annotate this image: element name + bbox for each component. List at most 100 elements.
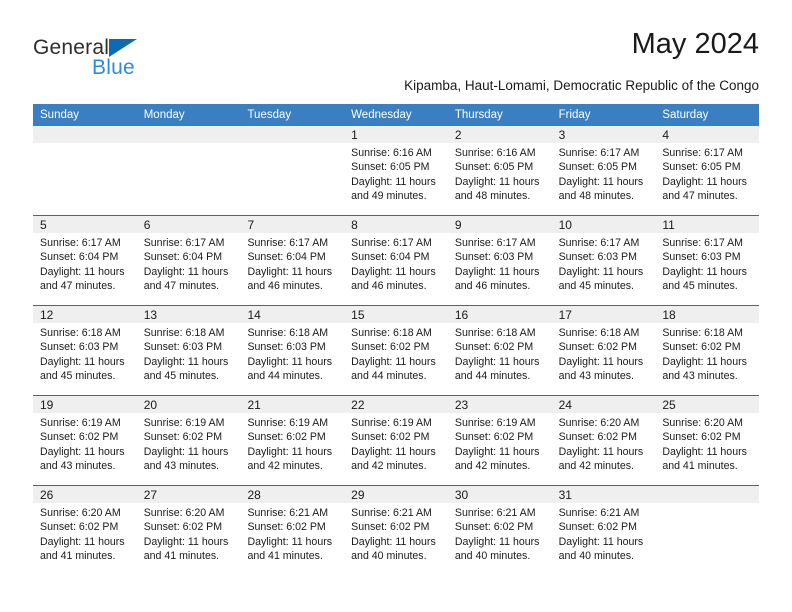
daylight-text-line1: Daylight: 11 hours [454, 445, 540, 458]
calendar-day-empty [240, 126, 345, 215]
day-number: 13 [143, 308, 158, 322]
daylight-text-line2: and 40 minutes. [454, 550, 531, 563]
calendar-day-cell[interactable]: 3 Sunrise: 6:17 AM Sunset: 6:05 PM Daylight… [551, 126, 656, 215]
daylight-text-line2: and 42 minutes. [454, 460, 531, 473]
day-details: Sunrise: 6:17 AM Sunset: 6:04 PM Daylight:… [33, 233, 137, 294]
calendar-day-cell[interactable]: 5 Sunrise: 6:17 AM Sunset: 6:04 PM Daylight… [33, 216, 137, 305]
calendar-day-cell[interactable]: 9 Sunrise: 6:17 AM Sunset: 6:03 PM Daylight… [447, 216, 552, 305]
sunset-text: Sunset: 6:02 PM [247, 431, 326, 444]
day-details: Sunrise: 6:21 AM Sunset: 6:02 PM Daylight:… [448, 503, 552, 564]
sunset-text: Sunset: 6:02 PM [454, 521, 534, 534]
calendar-day-cell[interactable]: 15 Sunrise: 6:18 AM Sunset: 6:02 PM Dayligh… [344, 306, 448, 395]
calendar-day-cell[interactable]: 8 Sunrise: 6:17 AM Sunset: 6:04 PM Daylight… [344, 216, 448, 305]
calendar-day-cell[interactable]: 11 Sunrise: 6:17 AM Sunset: 6:03 PM Dayligh… [655, 216, 760, 305]
calendar-day-cell[interactable]: 18 Sunrise: 6:18 AM Sunset: 6:02 PM Dayligh… [655, 306, 760, 395]
sunset-text: Sunset: 6:02 PM [558, 341, 637, 354]
calendar-day-cell[interactable]: 20 Sunrise: 6:19 AM Sunset: 6:02 PM Dayligh… [136, 396, 241, 485]
daylight-text-line1: Daylight: 11 hours [454, 535, 540, 548]
sunset-text: Sunset: 6:02 PM [143, 431, 223, 444]
daylight-text-line2: and 46 minutes. [454, 280, 531, 293]
calendar-day-cell[interactable]: 10 Sunrise: 6:17 AM Sunset: 6:03 PM Dayligh… [551, 216, 656, 305]
sunset-text: Sunset: 6:02 PM [662, 341, 741, 354]
sunset-text: Sunset: 6:05 PM [662, 161, 741, 174]
day-number: 23 [454, 398, 469, 412]
daylight-text-line2: and 47 minutes. [662, 190, 738, 203]
daylight-text-line1: Daylight: 11 hours [662, 355, 747, 368]
sunrise-text: Sunrise: 6:18 AM [40, 327, 121, 339]
day-details: Sunrise: 6:19 AM Sunset: 6:02 PM Daylight:… [240, 413, 344, 474]
daylight-text-line2: and 40 minutes. [558, 550, 634, 563]
calendar-day-cell[interactable]: 14 Sunrise: 6:18 AM Sunset: 6:03 PM Dayligh… [240, 306, 345, 395]
calendar-day-cell[interactable]: 23 Sunrise: 6:19 AM Sunset: 6:02 PM Dayligh… [447, 396, 552, 485]
day-number: 6 [143, 218, 151, 232]
calendar-day-empty [136, 126, 241, 215]
weekday-header-tuesday: Tuesday [247, 109, 292, 121]
sunset-text: Sunset: 6:02 PM [454, 341, 534, 354]
calendar-day-cell[interactable]: 6 Sunrise: 6:17 AM Sunset: 6:04 PM Daylight… [136, 216, 241, 305]
day-details: Sunrise: 6:18 AM Sunset: 6:02 PM Daylight:… [655, 323, 759, 384]
sunrise-text: Sunrise: 6:16 AM [454, 147, 536, 159]
calendar-day-cell[interactable]: 12 Sunrise: 6:18 AM Sunset: 6:03 PM Dayligh… [33, 306, 137, 395]
calendar-day-cell[interactable]: 27 Sunrise: 6:20 AM Sunset: 6:02 PM Dayligh… [136, 486, 241, 575]
sunrise-text: Sunrise: 6:16 AM [351, 147, 432, 159]
day-number-band: 16 [447, 306, 552, 323]
sunrise-text: Sunrise: 6:17 AM [143, 237, 225, 249]
day-number: 14 [247, 308, 261, 322]
sunrise-text: Sunrise: 6:20 AM [40, 507, 121, 519]
daylight-text-line2: and 43 minutes. [40, 460, 116, 473]
calendar-day-cell[interactable]: 2 Sunrise: 6:16 AM Sunset: 6:05 PM Daylight… [447, 126, 552, 215]
day-details: Sunrise: 6:17 AM Sunset: 6:03 PM Daylight:… [448, 233, 552, 294]
daylight-text-line1: Daylight: 11 hours [143, 265, 229, 278]
calendar-day-cell[interactable]: 17 Sunrise: 6:18 AM Sunset: 6:02 PM Dayligh… [551, 306, 656, 395]
day-details: Sunrise: 6:17 AM Sunset: 6:04 PM Daylight:… [240, 233, 344, 294]
day-details: Sunrise: 6:18 AM Sunset: 6:02 PM Daylight:… [344, 323, 448, 384]
calendar-day-cell[interactable]: 31 Sunrise: 6:21 AM Sunset: 6:02 PM Dayligh… [551, 486, 656, 575]
day-details: Sunrise: 6:17 AM Sunset: 6:04 PM Daylight:… [344, 233, 448, 294]
calendar-day-cell[interactable]: 29 Sunrise: 6:21 AM Sunset: 6:02 PM Dayligh… [344, 486, 448, 575]
sunset-text: Sunset: 6:02 PM [351, 521, 430, 534]
day-details: Sunrise: 6:20 AM Sunset: 6:02 PM Daylight:… [33, 503, 137, 564]
day-number: 16 [454, 308, 469, 322]
sunset-text: Sunset: 6:02 PM [558, 521, 637, 534]
calendar-day-cell[interactable]: 1 Sunrise: 6:16 AM Sunset: 6:05 PM Daylight… [344, 126, 448, 215]
daylight-text-line1: Daylight: 11 hours [454, 175, 540, 188]
day-details: Sunrise: 6:21 AM Sunset: 6:02 PM Daylight:… [344, 503, 448, 564]
calendar-day-cell[interactable]: 28 Sunrise: 6:21 AM Sunset: 6:02 PM Dayligh… [240, 486, 345, 575]
calendar-day-cell[interactable]: 21 Sunrise: 6:19 AM Sunset: 6:02 PM Dayligh… [240, 396, 345, 485]
weekday-header-friday: Friday [558, 109, 591, 121]
calendar-day-cell[interactable]: 13 Sunrise: 6:18 AM Sunset: 6:03 PM Dayligh… [136, 306, 241, 395]
calendar-day-cell[interactable]: 4 Sunrise: 6:17 AM Sunset: 6:05 PM Daylight… [655, 126, 760, 215]
sunrise-text: Sunrise: 6:17 AM [454, 237, 536, 249]
calendar-day-cell[interactable]: 22 Sunrise: 6:19 AM Sunset: 6:02 PM Dayligh… [344, 396, 448, 485]
brand-logo[interactable]: General Blue [33, 36, 233, 88]
sunset-text: Sunset: 6:02 PM [454, 431, 534, 444]
day-number-band: 6 [136, 216, 241, 233]
calendar-day-cell[interactable]: 16 Sunrise: 6:18 AM Sunset: 6:02 PM Dayligh… [447, 306, 552, 395]
day-details: Sunrise: 6:17 AM Sunset: 6:03 PM Daylight:… [655, 233, 759, 294]
day-number-band [655, 486, 760, 503]
calendar-day-cell[interactable]: 26 Sunrise: 6:20 AM Sunset: 6:02 PM Dayligh… [33, 486, 137, 575]
day-number: 11 [662, 218, 675, 232]
sunset-text: Sunset: 6:04 PM [351, 251, 430, 264]
calendar-day-cell[interactable]: 7 Sunrise: 6:17 AM Sunset: 6:04 PM Daylight… [240, 216, 345, 305]
day-number-band: 20 [136, 396, 241, 413]
day-number-band: 14 [240, 306, 345, 323]
day-number-band: 12 [33, 306, 137, 323]
day-details: Sunrise: 6:18 AM Sunset: 6:03 PM Daylight:… [240, 323, 344, 384]
day-number-band: 30 [447, 486, 552, 503]
day-number-band: 4 [655, 126, 760, 143]
sunset-text: Sunset: 6:04 PM [247, 251, 326, 264]
daylight-text-line2: and 46 minutes. [351, 280, 427, 293]
daylight-text-line1: Daylight: 11 hours [247, 535, 333, 548]
day-number-band: 25 [655, 396, 760, 413]
sunrise-text: Sunrise: 6:17 AM [40, 237, 121, 249]
sunset-text: Sunset: 6:03 PM [40, 341, 119, 354]
sunrise-text: Sunrise: 6:18 AM [247, 327, 329, 339]
sunrise-text: Sunrise: 6:18 AM [143, 327, 225, 339]
daylight-text-line2: and 47 minutes. [143, 280, 220, 293]
calendar-day-cell[interactable]: 25 Sunrise: 6:20 AM Sunset: 6:02 PM Dayligh… [655, 396, 760, 485]
calendar-day-cell[interactable]: 24 Sunrise: 6:20 AM Sunset: 6:02 PM Dayligh… [551, 396, 656, 485]
calendar-day-cell[interactable]: 19 Sunrise: 6:19 AM Sunset: 6:02 PM Dayligh… [33, 396, 137, 485]
sunrise-text: Sunrise: 6:18 AM [558, 327, 640, 339]
calendar-day-cell[interactable]: 30 Sunrise: 6:21 AM Sunset: 6:02 PM Dayligh… [447, 486, 552, 575]
